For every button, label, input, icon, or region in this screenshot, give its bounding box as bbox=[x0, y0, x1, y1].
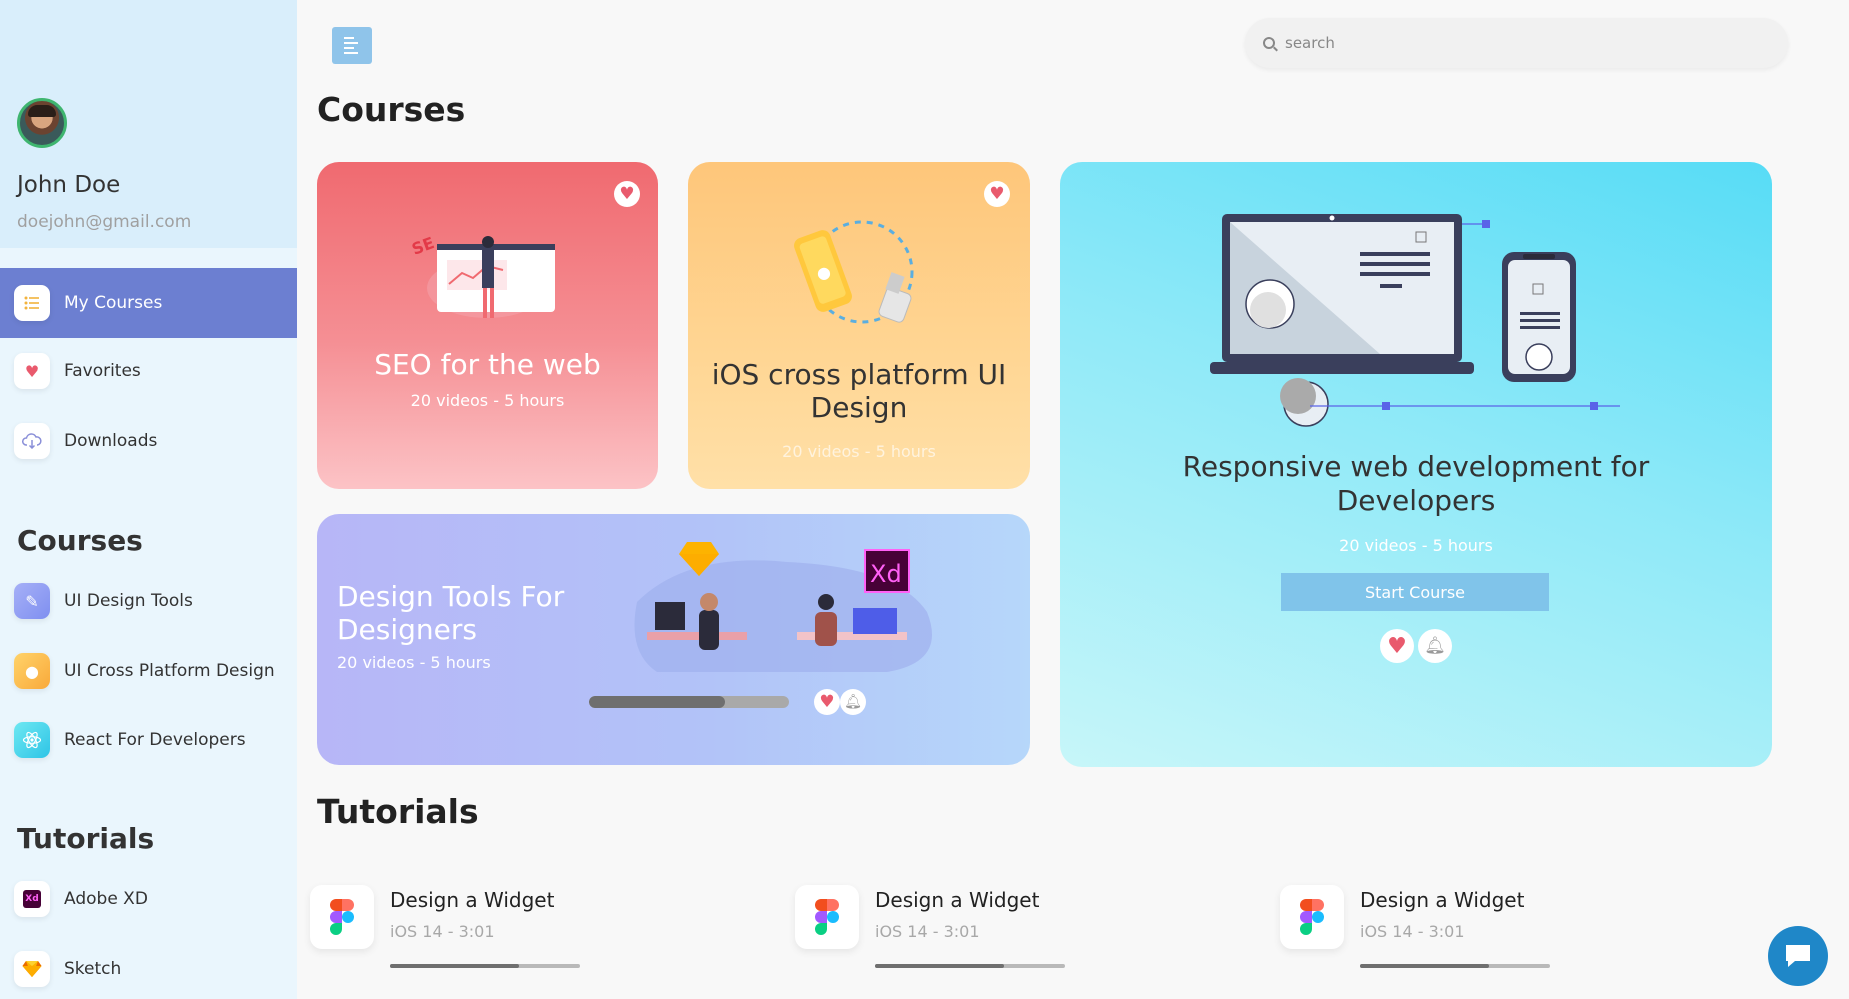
sidebar-item-label: Adobe XD bbox=[64, 889, 148, 909]
tutorial-item[interactable]: Design a Widget iOS 14 - 3:01 bbox=[1280, 880, 1580, 980]
course-card-responsive[interactable]: Responsive web development for Developer… bbox=[1060, 162, 1772, 767]
course-meta: 20 videos - 5 hours bbox=[1339, 536, 1493, 555]
cloud-download-icon bbox=[14, 423, 50, 459]
nav-my-courses[interactable]: My Courses bbox=[0, 268, 297, 338]
course-card-seo[interactable]: ♥ SE SEO for the web 20 videos - 5 hours bbox=[317, 162, 658, 489]
tutorial-progress-bar bbox=[875, 964, 1065, 968]
tutorial-item[interactable]: Design a Widget iOS 14 - 3:01 bbox=[795, 880, 1095, 980]
course-progress-fill bbox=[589, 696, 725, 708]
course-title: SEO for the web bbox=[374, 348, 601, 381]
seo-illustration: SE bbox=[409, 233, 555, 318]
sidebar-item-sketch[interactable]: Sketch bbox=[0, 934, 297, 999]
responsive-illustration bbox=[1210, 214, 1620, 427]
sidebar-tutorials-heading: Tutorials bbox=[17, 822, 155, 855]
chat-button[interactable] bbox=[1768, 926, 1828, 986]
bell-icon[interactable]: 🔔︎ bbox=[1418, 629, 1452, 663]
sidebar-item-react[interactable]: React For Developers bbox=[0, 705, 297, 775]
tutorial-meta: iOS 14 - 3:01 bbox=[875, 922, 980, 941]
figma-icon bbox=[1280, 885, 1344, 949]
search-input[interactable] bbox=[1285, 34, 1685, 52]
course-card-ios[interactable]: ♥ ● iOS cross platform UI Design 20 vide… bbox=[688, 162, 1030, 489]
course-meta: 20 videos - 5 hours bbox=[410, 391, 565, 410]
sidebar-courses-heading: Courses bbox=[17, 524, 143, 557]
search-icon bbox=[1263, 37, 1275, 49]
courses-title: Courses bbox=[317, 90, 466, 129]
sidebar-item-label: React For Developers bbox=[64, 730, 246, 750]
figma-icon bbox=[310, 885, 374, 949]
sidebar-item-label: Sketch bbox=[64, 959, 122, 979]
nav-downloads[interactable]: Downloads bbox=[0, 406, 297, 476]
sidebar-item-ui-design-tools[interactable]: ✎ UI Design Tools bbox=[0, 566, 297, 636]
tutorial-title: Design a Widget bbox=[875, 888, 1040, 912]
tutorials-title: Tutorials bbox=[317, 792, 479, 831]
tutorial-title: Design a Widget bbox=[1360, 888, 1525, 912]
course-meta: 20 videos - 5 hours bbox=[782, 442, 936, 461]
favorite-heart-icon[interactable]: ♥ bbox=[1380, 629, 1414, 663]
menu-toggle-button[interactable] bbox=[332, 27, 372, 64]
svg-text:Xd: Xd bbox=[870, 560, 902, 588]
nav-my-courses-label: My Courses bbox=[64, 293, 163, 313]
course-title: iOS cross platform UI Design bbox=[711, 358, 1007, 424]
nav-downloads-label: Downloads bbox=[64, 431, 158, 451]
svg-text:●: ● bbox=[817, 263, 831, 282]
tutorial-meta: iOS 14 - 3:01 bbox=[1360, 922, 1465, 941]
favorite-heart-icon[interactable]: ♥ bbox=[814, 689, 840, 715]
tutorial-title: Design a Widget bbox=[390, 888, 555, 912]
ios-illustration: ● bbox=[794, 220, 914, 324]
course-progress-bar bbox=[589, 696, 789, 708]
design-tools-illustration: Xd bbox=[634, 542, 932, 672]
sidebar-item-adobe-xd[interactable]: Xd Adobe XD bbox=[0, 864, 297, 934]
chat-icon bbox=[1786, 945, 1810, 967]
figma-icon bbox=[795, 885, 859, 949]
search-bar[interactable] bbox=[1245, 18, 1788, 68]
nav-favorites-label: Favorites bbox=[64, 361, 141, 381]
nav-favorites[interactable]: ♥ Favorites bbox=[0, 336, 297, 406]
sidebar: John Doe doejohn@gmail.com My Courses ♥ … bbox=[0, 0, 297, 999]
tutorial-progress-bar bbox=[390, 964, 580, 968]
sidebar-item-ui-cross-platform[interactable]: ● UI Cross Platform Design bbox=[0, 636, 297, 706]
react-icon bbox=[14, 722, 50, 758]
profile-panel: John Doe doejohn@gmail.com bbox=[0, 0, 297, 248]
tutorial-item[interactable]: Design a Widget iOS 14 - 3:01 bbox=[310, 880, 610, 980]
course-title: Responsive web development for Developer… bbox=[1182, 450, 1650, 517]
list-icon bbox=[14, 285, 50, 321]
user-name: John Doe bbox=[17, 172, 121, 198]
course-meta: 20 videos - 5 hours bbox=[337, 653, 491, 672]
course-title: Design Tools For Designers bbox=[337, 580, 565, 646]
apple-icon: ● bbox=[14, 653, 50, 689]
course-card-design-tools[interactable]: Design Tools For Designers 20 videos - 5… bbox=[317, 514, 1030, 765]
sidebar-item-label: UI Cross Platform Design bbox=[64, 661, 275, 681]
favorite-heart-icon[interactable]: ♥ bbox=[984, 181, 1010, 207]
svg-text:SE: SE bbox=[409, 233, 437, 259]
user-email: doejohn@gmail.com bbox=[17, 212, 192, 232]
sidebar-item-label: UI Design Tools bbox=[64, 591, 193, 611]
sketch-icon bbox=[14, 951, 50, 987]
xd-icon: Xd bbox=[14, 881, 50, 917]
compass-icon: ✎ bbox=[14, 583, 50, 619]
bell-icon[interactable]: 🔔︎ bbox=[840, 689, 866, 715]
start-course-button[interactable]: Start Course bbox=[1281, 573, 1549, 611]
tutorial-meta: iOS 14 - 3:01 bbox=[390, 922, 495, 941]
tutorial-progress-bar bbox=[1360, 964, 1550, 968]
heart-icon: ♥ bbox=[14, 353, 50, 389]
avatar[interactable] bbox=[17, 98, 67, 148]
favorite-heart-icon[interactable]: ♥ bbox=[614, 181, 640, 207]
